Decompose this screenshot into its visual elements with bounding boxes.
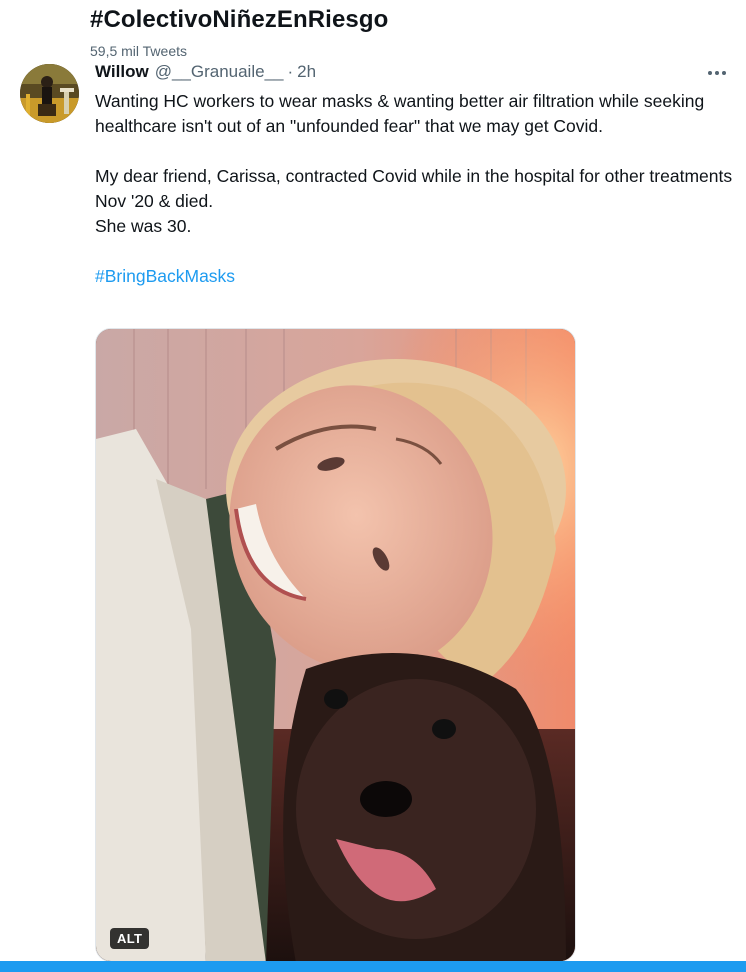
hashtag-link[interactable]: #BringBackMasks — [95, 266, 235, 286]
tweet-paragraph: She was 30. — [95, 216, 192, 236]
more-horizontal-icon[interactable] — [700, 62, 734, 84]
tweet-count: 59,5 mil Tweets — [90, 43, 188, 59]
page-title: #ColectivoNiñezEnRiesgo — [90, 6, 389, 33]
bottom-accent-bar — [0, 961, 746, 972]
alt-text-badge[interactable]: ALT — [110, 928, 150, 949]
tweet-photo[interactable]: ALT — [95, 328, 576, 962]
tweet-paragraph: Wanting HC workers to wear masks & wanti… — [95, 91, 705, 136]
tweet-timestamp[interactable]: 2h — [297, 62, 316, 82]
tweet-body: Wanting HC workers to wear masks & wanti… — [95, 89, 735, 289]
search-header: #ColectivoNiñezEnRiesgo 59,5 mil Tweets — [0, 0, 746, 62]
avatar[interactable] — [20, 64, 79, 123]
author-handle[interactable]: @__Granuaile__ — [155, 62, 284, 82]
author-name[interactable]: Willow — [95, 62, 149, 82]
tweet-header: Willow @__Granuaile__ · 2h — [95, 62, 316, 84]
separator-dot: · — [287, 62, 294, 81]
tweet-paragraph: My dear friend, Carissa, contracted Covi… — [95, 166, 733, 211]
